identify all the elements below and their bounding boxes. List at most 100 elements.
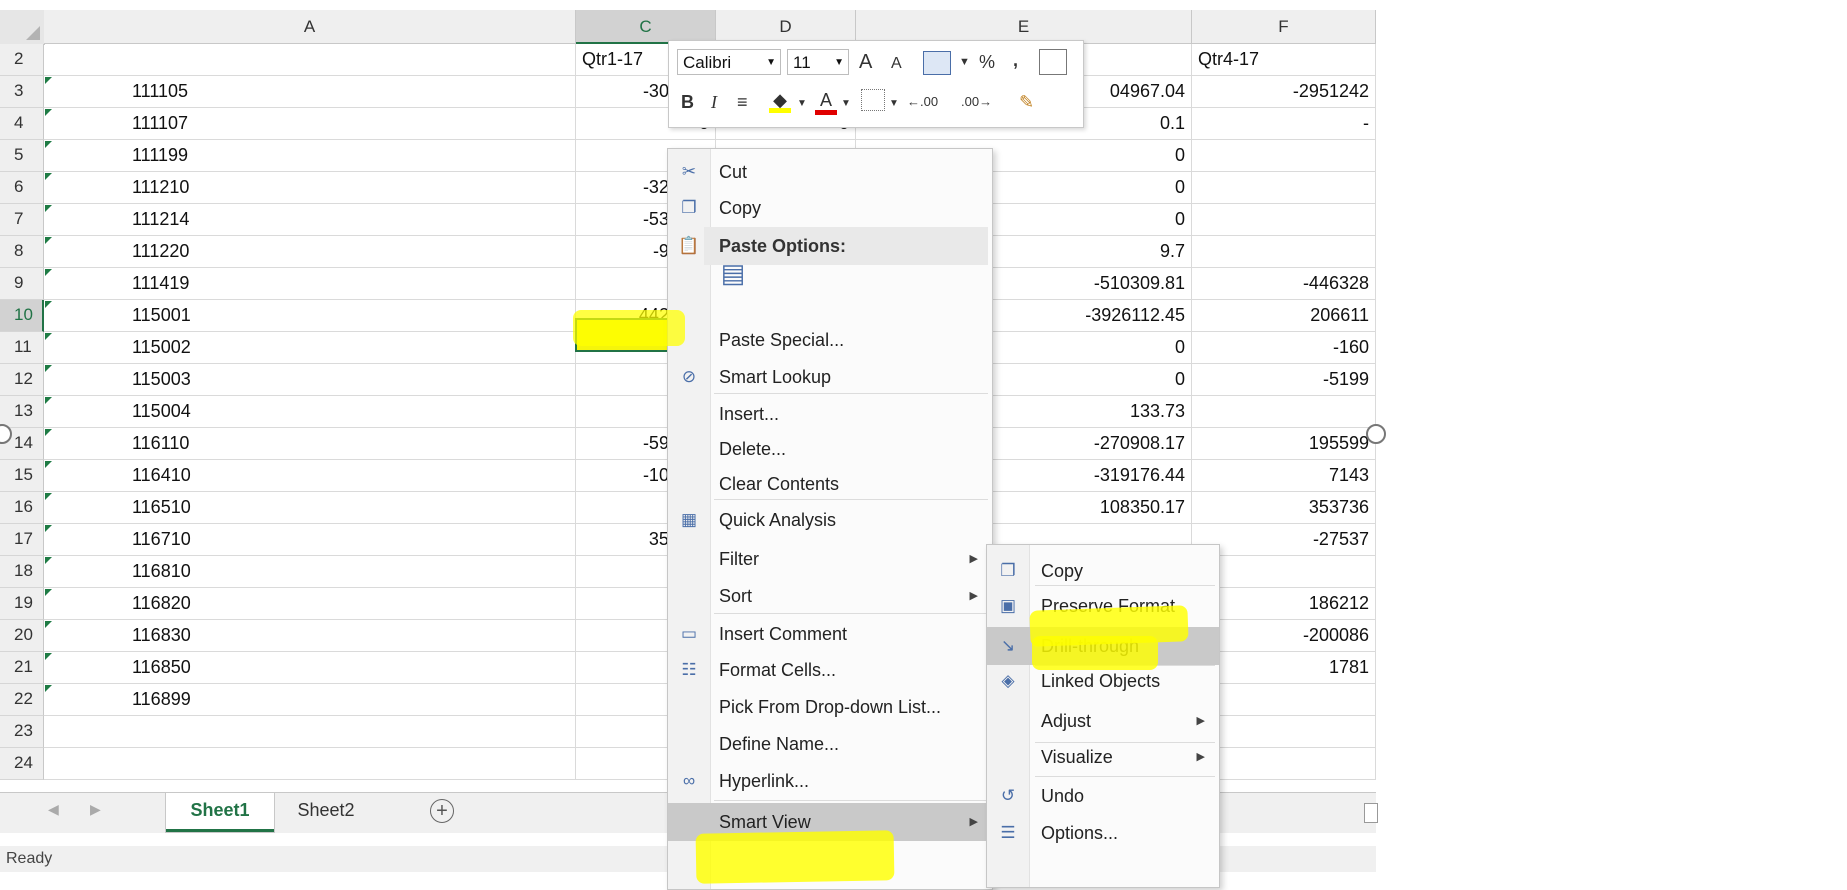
- column-header-d[interactable]: D: [716, 10, 856, 44]
- menu-item-pick-from-drop-down-list[interactable]: Pick From Drop-down List...: [668, 688, 992, 726]
- row-header[interactable]: 5: [0, 140, 44, 172]
- menu-item-cut[interactable]: ✂ Cut: [668, 153, 992, 191]
- cell-a[interactable]: 115002: [44, 332, 576, 364]
- cell-a[interactable]: [44, 716, 576, 748]
- wrap-format-icon[interactable]: [923, 51, 951, 75]
- row-header[interactable]: 2: [0, 44, 44, 76]
- chevron-down-icon[interactable]: ▼: [797, 91, 807, 117]
- row-header[interactable]: 9: [0, 268, 44, 300]
- menu-item-paste-special[interactable]: Paste Special...: [668, 321, 992, 359]
- cell-a[interactable]: 111199: [44, 140, 576, 172]
- row-header[interactable]: 19: [0, 588, 44, 620]
- cell-a[interactable]: 111105: [44, 76, 576, 108]
- horizontal-scroll-icon[interactable]: [1364, 803, 1378, 823]
- cell-a[interactable]: 111220: [44, 236, 576, 268]
- menu-item-format-cells[interactable]: ☷ Format Cells...: [668, 651, 992, 689]
- cell-f[interactable]: [1192, 172, 1376, 204]
- column-header-e[interactable]: E: [856, 10, 1192, 44]
- cell-a[interactable]: 115001: [44, 300, 576, 332]
- italic-icon[interactable]: I: [711, 89, 717, 115]
- cell-a[interactable]: 111210: [44, 172, 576, 204]
- cell-f[interactable]: 7143: [1192, 460, 1376, 492]
- cell-f[interactable]: -: [1192, 108, 1376, 140]
- row-header[interactable]: 20: [0, 620, 44, 652]
- cell-f[interactable]: [1192, 140, 1376, 172]
- cell-a[interactable]: [44, 44, 576, 76]
- cell-a[interactable]: [44, 748, 576, 780]
- menu-item-sort[interactable]: Sort ▶: [668, 577, 992, 615]
- tab-sheet2[interactable]: Sheet2: [274, 793, 378, 829]
- cell-f[interactable]: -160: [1192, 332, 1376, 364]
- menu-item-filter[interactable]: Filter ▶: [668, 540, 992, 578]
- menu-item-smart-lookup[interactable]: ⊘ Smart Lookup: [668, 358, 992, 396]
- font-name-box[interactable]: Calibri ▼: [677, 49, 781, 75]
- column-header-f[interactable]: F: [1192, 10, 1376, 44]
- fill-color-icon[interactable]: ◆: [769, 87, 791, 113]
- comma-style-icon[interactable]: ,: [1013, 47, 1018, 73]
- cell-f[interactable]: 195599: [1192, 428, 1376, 460]
- row-header[interactable]: 15: [0, 460, 44, 492]
- selection-handle-right[interactable]: [1366, 424, 1386, 444]
- cell-a[interactable]: 116510: [44, 492, 576, 524]
- row-header[interactable]: 11: [0, 332, 44, 364]
- menu-item-hyperlink[interactable]: ∞ Hyperlink...: [668, 762, 992, 800]
- format-painter-icon[interactable]: ✎: [1019, 89, 1034, 115]
- cell-f[interactable]: -2951242: [1192, 76, 1376, 108]
- align-center-icon[interactable]: ≡: [737, 89, 748, 115]
- column-header-c[interactable]: C: [576, 10, 716, 44]
- increase-decimal-icon[interactable]: ←.00: [907, 89, 938, 115]
- menu-item-copy[interactable]: ❐ Copy: [668, 189, 992, 227]
- row-header[interactable]: 13: [0, 396, 44, 428]
- menu-item-visualize[interactable]: Visualize ▶: [987, 738, 1219, 776]
- grow-font-icon[interactable]: A: [859, 49, 872, 75]
- chevron-down-icon[interactable]: ▼: [841, 91, 851, 117]
- add-sheet-icon[interactable]: +: [430, 799, 454, 823]
- menu-item-delete[interactable]: Delete...: [668, 430, 992, 468]
- cell-a[interactable]: 116830: [44, 620, 576, 652]
- select-all-corner[interactable]: [0, 10, 45, 45]
- row-header[interactable]: 24: [0, 748, 44, 780]
- cell-a[interactable]: 116820: [44, 588, 576, 620]
- row-header[interactable]: 16: [0, 492, 44, 524]
- percent-style-icon[interactable]: %: [979, 49, 995, 75]
- tab-scroll-right-icon[interactable]: ▶: [90, 801, 101, 818]
- cell-f[interactable]: [1192, 236, 1376, 268]
- format-table-icon[interactable]: [1039, 49, 1067, 75]
- row-header[interactable]: 10: [0, 300, 44, 332]
- row-header[interactable]: 17: [0, 524, 44, 556]
- row-header[interactable]: 7: [0, 204, 44, 236]
- cell-a[interactable]: 111107: [44, 108, 576, 140]
- tab-scroll-left-icon[interactable]: ◀: [48, 801, 59, 818]
- menu-item-insert[interactable]: Insert...: [668, 395, 992, 433]
- cell-a[interactable]: 116110: [44, 428, 576, 460]
- cell-f[interactable]: [1192, 396, 1376, 428]
- row-header[interactable]: 18: [0, 556, 44, 588]
- row-header[interactable]: 6: [0, 172, 44, 204]
- cell-a[interactable]: 111419: [44, 268, 576, 300]
- menu-item-define-name[interactable]: Define Name...: [668, 725, 992, 763]
- cell-f[interactable]: [1192, 204, 1376, 236]
- cell-a[interactable]: 111214: [44, 204, 576, 236]
- menu-item-undo[interactable]: ↺ Undo: [987, 777, 1219, 815]
- row-header[interactable]: 8: [0, 236, 44, 268]
- row-header[interactable]: 12: [0, 364, 44, 396]
- decrease-decimal-icon[interactable]: .00→: [961, 89, 992, 115]
- tab-sheet1[interactable]: Sheet1: [166, 793, 274, 832]
- menu-item-quick-analysis[interactable]: ▦ Quick Analysis: [668, 501, 992, 539]
- cell-f[interactable]: -5199: [1192, 364, 1376, 396]
- row-header[interactable]: 22: [0, 684, 44, 716]
- cell-f[interactable]: 206611: [1192, 300, 1376, 332]
- menu-item-options[interactable]: ☰ Options...: [987, 814, 1219, 852]
- chevron-down-icon[interactable]: ▼: [889, 91, 899, 117]
- cell-a[interactable]: 116710: [44, 524, 576, 556]
- cell-a[interactable]: 116850: [44, 652, 576, 684]
- menu-item-adjust[interactable]: Adjust ▶: [987, 702, 1219, 740]
- menu-item-insert-comment[interactable]: ▭ Insert Comment: [668, 615, 992, 653]
- cell-a[interactable]: 116810: [44, 556, 576, 588]
- shrink-font-icon[interactable]: A: [891, 51, 902, 77]
- cell-a[interactable]: 116899: [44, 684, 576, 716]
- menu-item-clear-contents[interactable]: Clear Contents: [668, 465, 992, 503]
- column-header-a[interactable]: A: [44, 10, 576, 44]
- row-header[interactable]: 21: [0, 652, 44, 684]
- borders-icon[interactable]: [861, 89, 885, 111]
